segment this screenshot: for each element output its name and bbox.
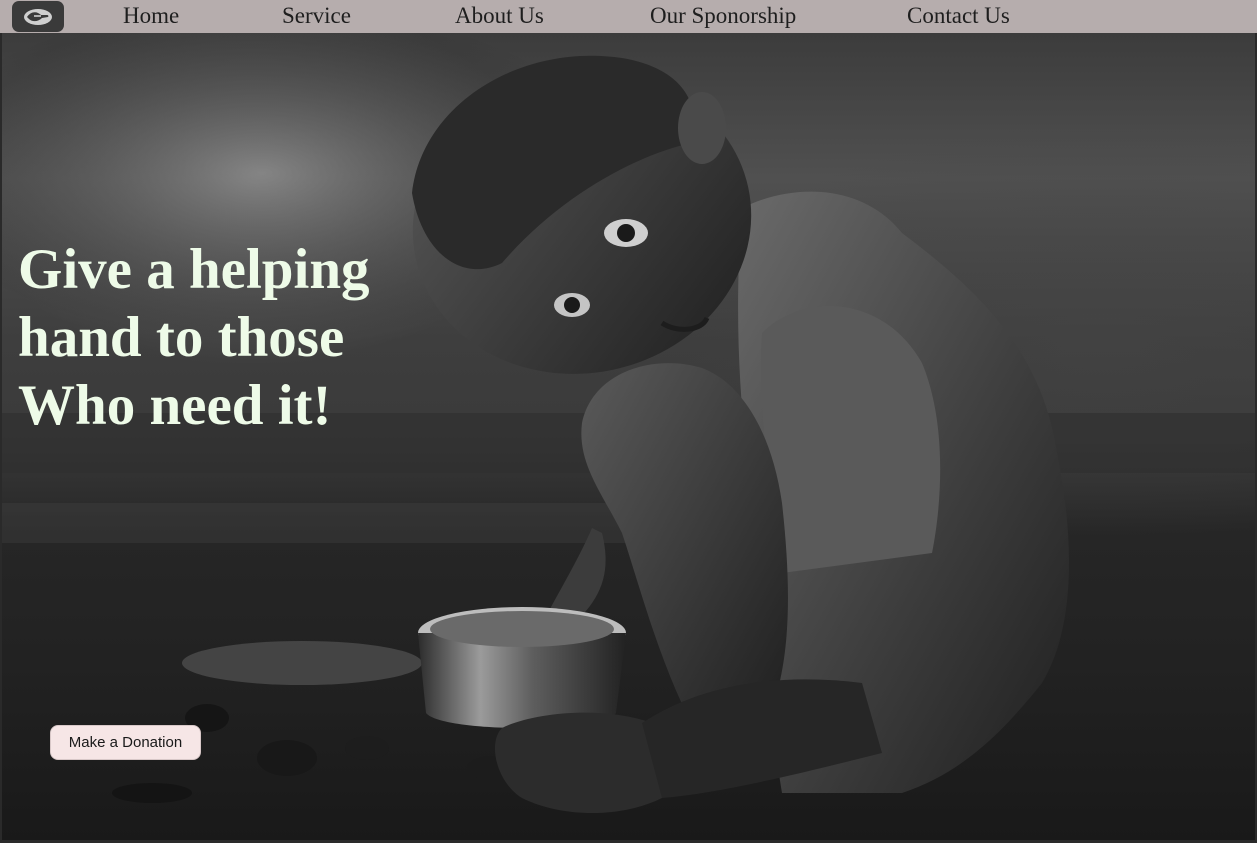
nav-sponsorship-link[interactable]: Our Sponorship: [650, 2, 796, 29]
hero-headline: Give a helping hand to those Who need it…: [18, 236, 438, 440]
top-navbar: Home Service About Us Our Sponorship Con…: [0, 0, 1257, 33]
headline-line-2: hand to those: [18, 306, 345, 369]
site-logo[interactable]: [12, 1, 64, 32]
headline-line-1: Give a helping: [18, 238, 370, 301]
nav-contact-us-link[interactable]: Contact Us: [907, 2, 1010, 29]
handshake-logo-icon: [24, 8, 52, 25]
hero-section: Give a helping hand to those Who need it…: [2, 33, 1255, 840]
nav-home-link[interactable]: Home: [123, 2, 179, 29]
headline-line-3: Who need it!: [18, 374, 332, 437]
nav-about-us-link[interactable]: About Us: [455, 2, 544, 29]
page: Home Service About Us Our Sponorship Con…: [0, 0, 1257, 843]
make-donation-button[interactable]: Make a Donation: [50, 725, 201, 760]
nav-service-link[interactable]: Service: [282, 2, 351, 29]
